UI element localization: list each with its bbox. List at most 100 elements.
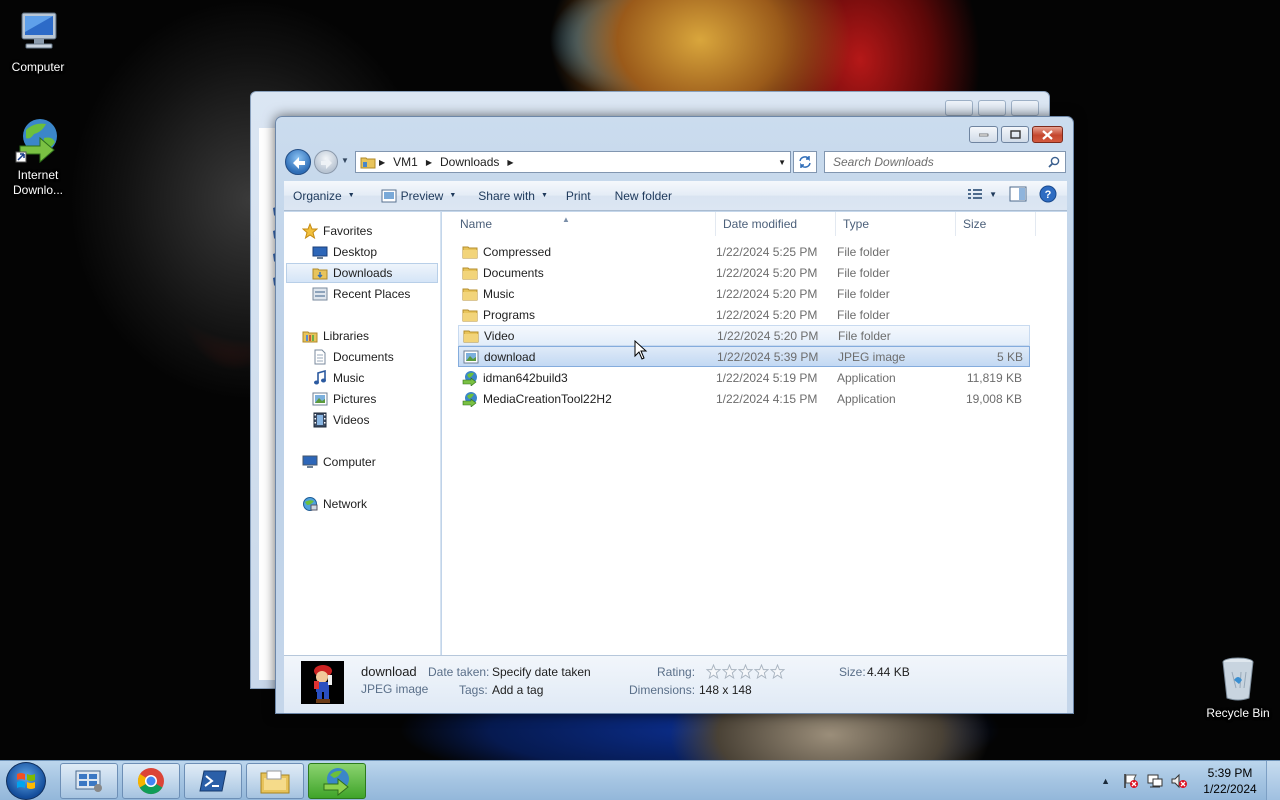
minimize-button[interactable] [969,126,998,143]
breadcrumb-downloads[interactable]: Downloads [435,152,504,172]
taskbar-windows-explorer[interactable] [246,763,304,799]
desktop-icon-internet-download-manager[interactable]: Internet Downlo... [0,116,76,198]
sort-ascending-icon: ▲ [562,215,570,224]
file-row[interactable]: Programs 1/22/2024 5:20 PM File folder [458,304,1030,325]
file-row[interactable]: Documents 1/22/2024 5:20 PM File folder [458,262,1030,283]
column-header-size[interactable]: Size [956,212,1036,236]
documents-icon [314,349,326,365]
nav-network[interactable]: Network [302,494,457,514]
column-header-type[interactable]: Type [836,212,956,236]
nav-item-downloads[interactable]: Downloads [286,263,438,283]
desktop-icon-label: Recycle Bin [1206,706,1270,720]
file-row[interactable]: idman642build3 1/22/2024 5:19 PM Applicati… [458,367,1030,388]
breadcrumb-chevron-icon[interactable]: ▶ [504,158,516,167]
chevron-down-icon: ▼ [540,192,548,199]
nav-computer-label: Computer [323,455,376,469]
forward-button[interactable] [314,150,338,174]
clock-date: 1/22/2024 [1203,782,1257,796]
file-row[interactable]: Video 1/22/2024 5:20 PM File folder [458,325,1030,346]
network-status-icon[interactable] [1146,772,1164,790]
thumbnail-image [301,661,344,704]
recent-pages-dropdown[interactable]: ▼ [341,156,349,165]
new-folder-button[interactable]: New folder [606,185,681,207]
share-with-menu[interactable]: Share with ▼ [469,185,557,207]
column-header-name[interactable]: ▲ Name [442,212,716,236]
column-header-date-modified[interactable]: Date modified [716,212,836,236]
preview-menu[interactable]: Preview ▼ [372,185,466,207]
file-date-modified: 1/22/2024 5:20 PM [716,286,818,301]
chevron-down-icon: ▼ [989,189,997,199]
svg-text:?: ? [1045,189,1052,201]
details-tags-label: Tags: [459,683,488,697]
print-button[interactable]: Print [557,185,600,207]
show-hidden-icons-button[interactable]: ▲ [1101,776,1110,786]
address-bar[interactable]: ▶ VM1 ▶ Downloads ▶ ▼ [355,151,791,173]
rating-star-icon[interactable] [754,664,769,679]
details-date-taken-label: Date taken: [428,665,490,679]
taskbar-chrome[interactable] [122,763,180,799]
powershell-icon [199,770,227,792]
close-button[interactable] [1032,126,1063,143]
taskbar-internet-download-manager[interactable] [308,763,366,799]
nav-item-label: Downloads [333,266,393,280]
taskbar-powershell[interactable] [184,763,242,799]
desktop-icon [312,246,328,259]
volume-muted-icon[interactable] [1170,772,1188,790]
search-input[interactable]: Search Downloads [824,151,1066,173]
change-view-button[interactable]: ▼ [967,188,997,200]
file-row[interactable]: Music 1/22/2024 5:20 PM File folder [458,283,1030,304]
rating-star-icon[interactable] [738,664,753,679]
explorer-window[interactable]: ▼ ▶ VM1 ▶ Downloads ▶ ▼ Search Downloads… [275,116,1074,714]
rating-star-icon[interactable] [706,664,721,679]
nav-favorites[interactable]: Favorites [302,221,457,241]
taskbar-clock[interactable]: 5:39 PM 1/22/2024 [1194,765,1266,797]
help-icon[interactable]: ? [1039,185,1057,203]
file-row[interactable]: MediaCreationTool22H2 1/22/2024 4:15 PM Ap… [458,388,1030,409]
file-row[interactable]: Compressed 1/22/2024 5:25 PM File folder [458,241,1030,262]
file-row[interactable]: download 1/22/2024 5:39 PM JPEG image 5 KB [458,346,1030,367]
rating-stars[interactable] [706,664,785,679]
refresh-button[interactable] [793,151,817,173]
app-icon [462,370,483,386]
pictures-icon [312,392,328,406]
file-name-cell: idman642build3 [458,370,716,386]
start-button[interactable] [6,762,46,800]
rating-star-icon[interactable] [722,664,737,679]
bg-maximize-button[interactable] [978,100,1006,116]
recycle-bin-icon [1214,654,1262,702]
nav-libraries[interactable]: Libraries [302,326,457,346]
breadcrumb-chevron-icon[interactable]: ▶ [423,158,435,167]
nav-item-label: Desktop [333,245,378,259]
bg-minimize-button[interactable] [945,100,973,116]
desktop-icon-label: Computer [11,60,65,74]
downloads-folder-icon [312,268,328,280]
nav-computer[interactable]: Computer [302,452,457,472]
desktop-icon-computer[interactable]: Computer [0,8,76,75]
address-history-dropdown[interactable]: ▼ [778,158,786,167]
file-name: MediaCreationTool22H2 [483,391,612,406]
taskbar-server-manager[interactable] [60,763,118,799]
nav-libraries-label: Libraries [323,329,370,343]
desktop-icon-recycle-bin[interactable]: Recycle Bin [1198,654,1278,721]
details-dimensions-label: Dimensions: [629,683,696,697]
preview-pane-toggle-icon[interactable] [1009,186,1027,202]
details-date-taken-field[interactable]: Specify date taken [492,665,591,679]
bg-close-button[interactable] [1011,100,1039,116]
back-button[interactable] [285,149,311,175]
rating-star-icon[interactable] [770,664,785,679]
windows-explorer-icon [260,770,290,794]
folder-icon [462,307,483,323]
maximize-icon [1009,130,1021,139]
breadcrumb-chevron-icon[interactable]: ▶ [376,158,388,167]
file-name-cell: Music [458,286,716,302]
show-desktop-button[interactable] [1266,761,1280,800]
action-center-flag-icon[interactable] [1122,772,1140,790]
details-tags-field[interactable]: Add a tag [492,683,543,697]
file-name-cell: Documents [458,265,716,281]
organize-menu[interactable]: Organize ▼ [284,185,364,207]
breadcrumb-vm1[interactable]: VM1 [388,152,423,172]
nav-network-label: Network [323,497,368,511]
search-icon[interactable] [1048,156,1060,168]
search-placeholder: Search Downloads [833,155,934,169]
maximize-button[interactable] [1001,126,1029,143]
